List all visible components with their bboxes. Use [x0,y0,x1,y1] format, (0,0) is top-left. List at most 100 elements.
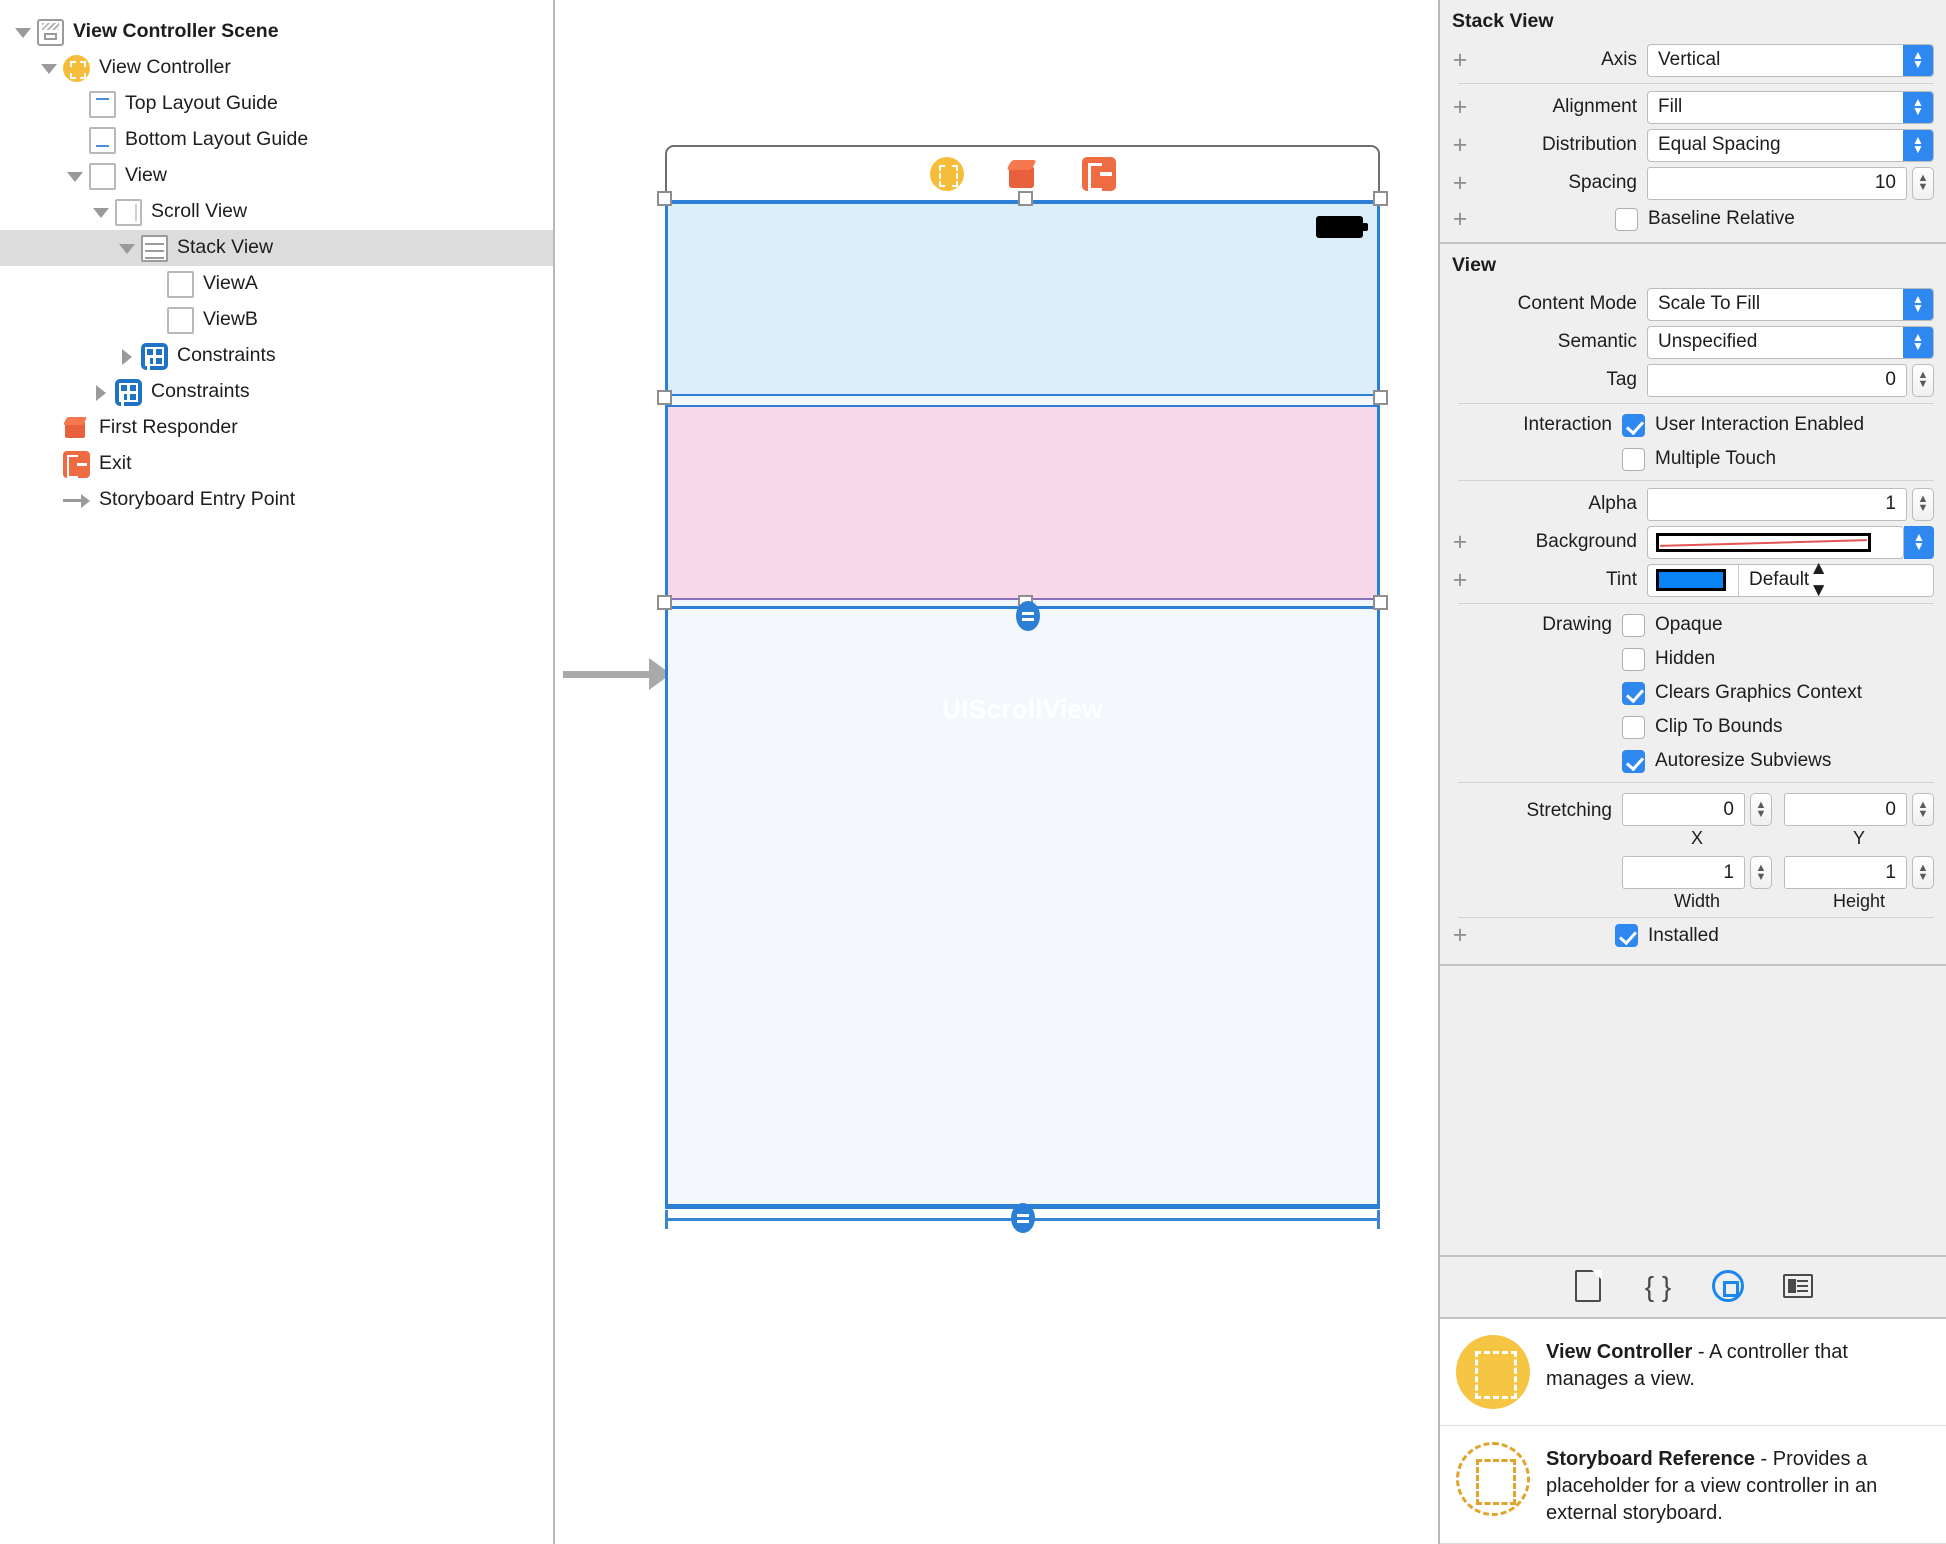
chevron-updown-icon[interactable]: ▲ ▼ [1903,129,1933,161]
background-chevron-updown-icon[interactable]: ▲ ▼ [1904,525,1934,559]
background-row[interactable]: + Background ▲ ▼ [1440,523,1946,561]
resize-handle-top-center[interactable] [1018,191,1033,206]
installed-row[interactable]: + Installed [1440,922,1946,958]
alignment-select[interactable]: Fill ▲ ▼ [1647,90,1934,124]
stretch-y-stepper[interactable]: ▲ ▼ [1912,793,1934,826]
object-library-list[interactable]: View Controller - A controller that mana… [1440,1317,1946,1544]
add-background-variation-icon[interactable]: + [1448,529,1472,555]
drawing-clip-bounds-row[interactable]: + Clip To Bounds [1440,710,1946,744]
outline-row-stack-view[interactable]: Stack View [0,230,553,266]
list-item[interactable]: View Controller - A controller that mana… [1440,1319,1946,1426]
spacing-input[interactable]: 10 [1647,166,1907,200]
hidden-checkbox[interactable] [1622,647,1645,671]
storyboard-canvas[interactable]: UIScrollView [555,0,1438,1544]
baseline-relative-checkbox[interactable] [1615,207,1638,231]
user-interaction-enabled-checkbox[interactable] [1622,413,1645,437]
equal-constraint-badge-bottom[interactable] [1011,1203,1035,1233]
add-alignment-variation-icon[interactable]: + [1448,94,1472,120]
tag-input[interactable]: 0 [1647,363,1907,397]
stretch-y-input[interactable]: 0 [1784,793,1907,826]
stretch-y-cell[interactable]: 0 ▲ ▼ Y [1784,793,1934,849]
attributes-inspector-panel[interactable]: Stack View + Axis Vertical ▲ ▼ + Alignmen… [1438,0,1946,1544]
outline-row-view[interactable]: View [0,158,553,194]
outline-row-storyboard-entry-point[interactable]: Storyboard Entry Point [0,482,553,518]
stretch-width-cell[interactable]: 1 ▲ ▼ Width [1622,856,1772,912]
drawing-hidden-row[interactable]: + Hidden [1440,642,1946,676]
baseline-relative-row[interactable]: + Baseline Relative [1440,202,1946,236]
scroll-view-canvas[interactable]: UIScrollView [668,609,1377,1209]
spacing-stepper[interactable]: ▲ ▼ [1912,166,1934,200]
stretch-height-stepper[interactable]: ▲ ▼ [1912,856,1934,889]
list-item[interactable]: Storyboard Reference - Provides a placeh… [1440,1426,1946,1544]
chevron-updown-icon[interactable]: ▲ ▼ [1903,44,1933,76]
alpha-input[interactable]: 1 [1647,487,1907,521]
stretch-width-stepper[interactable]: ▲ ▼ [1750,856,1772,889]
opaque-checkbox[interactable] [1622,613,1645,637]
view-controller-scene[interactable]: UIScrollView [657,145,1388,1233]
semantic-row[interactable]: + Semantic Unspecified ▲▼ [1440,323,1946,361]
add-tint-variation-icon[interactable]: + [1448,567,1472,593]
outline-row-constraints[interactable]: Constraints [0,374,553,410]
outline-row-bottom-layout-guide[interactable]: Bottom Layout Guide [0,122,553,158]
tint-color-well[interactable]: Default ▲ ▼ [1647,558,1934,601]
distribution-select[interactable]: Equal Spacing ▲ ▼ [1647,128,1934,162]
outline-row-viewb[interactable]: ViewB [0,302,553,338]
outline-row-exit[interactable]: Exit [0,446,553,482]
axis-row[interactable]: + Axis Vertical ▲ ▼ [1440,41,1946,79]
tag-row[interactable]: + Tag 0 ▲▼ [1440,361,1946,399]
stretch-x-stepper[interactable]: ▲ ▼ [1750,793,1772,826]
code-snippet-icon[interactable]: { } [1641,1270,1675,1304]
tint-row[interactable]: + Tint Default ▲ ▼ [1440,558,1946,601]
resize-handle-mid-right-1[interactable] [1373,390,1388,405]
drawing-opaque-row[interactable]: + Drawing Opaque [1440,608,1946,642]
resize-handle-top-right[interactable] [1373,191,1388,206]
chevron-right-icon[interactable] [116,345,138,367]
stretch-x-input[interactable]: 0 [1622,793,1745,826]
multiple-touch-checkbox[interactable] [1622,447,1645,471]
chevron-down-icon[interactable] [116,237,138,259]
chevron-down-icon[interactable] [12,21,34,43]
outline-row-viewa[interactable]: ViewA [0,266,553,302]
semantic-select[interactable]: Unspecified ▲ ▼ [1647,325,1934,359]
tag-stepper[interactable]: ▲ ▼ [1912,363,1934,397]
view-b-canvas[interactable] [668,405,1377,600]
background-color-well[interactable] [1647,525,1904,559]
chevron-updown-icon[interactable]: ▲ ▼ [1903,326,1933,358]
distribution-row[interactable]: + Distribution Equal Spacing ▲ ▼ [1440,126,1946,164]
chevron-down-icon[interactable] [90,201,112,223]
device-viewport[interactable]: UIScrollView [657,191,1388,1209]
document-outline-panel[interactable]: View Controller Scene View Controller Top … [0,0,555,1544]
interaction-row[interactable]: + Interaction User Interaction Enabled [1440,408,1946,442]
clears-graphics-context-checkbox[interactable] [1622,681,1645,705]
stretch-height-cell[interactable]: 1 ▲ ▼ Height [1784,856,1934,912]
add-distribution-variation-icon[interactable]: + [1448,132,1472,158]
resize-handle-mid-left-1[interactable] [657,390,672,405]
add-axis-variation-icon[interactable]: + [1448,47,1472,73]
file-template-icon[interactable] [1571,1270,1605,1304]
exit-icon[interactable] [1081,156,1116,191]
autoresize-subviews-checkbox[interactable] [1622,749,1645,773]
outline-row-view-controller[interactable]: View Controller [0,50,553,86]
content-mode-select[interactable]: Scale To Fill ▲ ▼ [1647,287,1934,321]
view-a-canvas[interactable] [668,200,1377,396]
chevron-updown-icon[interactable]: ▲ ▼ [1903,288,1933,320]
chevron-right-icon[interactable] [90,381,112,403]
spacing-row[interactable]: + Spacing 10 ▲ ▼ [1440,164,1946,202]
alpha-row[interactable]: + Alpha 1 ▲▼ [1440,485,1946,523]
chevron-down-icon[interactable] [38,57,60,79]
drawing-autoresize-row[interactable]: + Autoresize Subviews [1440,744,1946,778]
chevron-updown-icon[interactable]: ▲ ▼ [1903,91,1933,123]
first-responder-icon[interactable] [1006,157,1040,191]
resize-handle-mid-left-2[interactable] [657,595,672,610]
tint-swatch[interactable] [1656,569,1726,591]
outline-row-constraints[interactable]: Constraints [0,338,553,374]
outline-row-first-responder[interactable]: First Responder [0,410,553,446]
view-controller-icon[interactable] [929,156,964,191]
add-baseline-variation-icon[interactable]: + [1448,206,1472,232]
resize-handle-mid-right-2[interactable] [1373,595,1388,610]
chevron-down-icon[interactable] [64,165,86,187]
multiple-touch-row[interactable]: + Multiple Touch [1440,442,1946,476]
alignment-row[interactable]: + Alignment Fill ▲ ▼ [1440,88,1946,126]
stretching-size-row[interactable]: + 1 ▲▼ Width 1 ▲▼ [1440,850,1946,913]
outline-row-top-layout-guide[interactable]: Top Layout Guide [0,86,553,122]
